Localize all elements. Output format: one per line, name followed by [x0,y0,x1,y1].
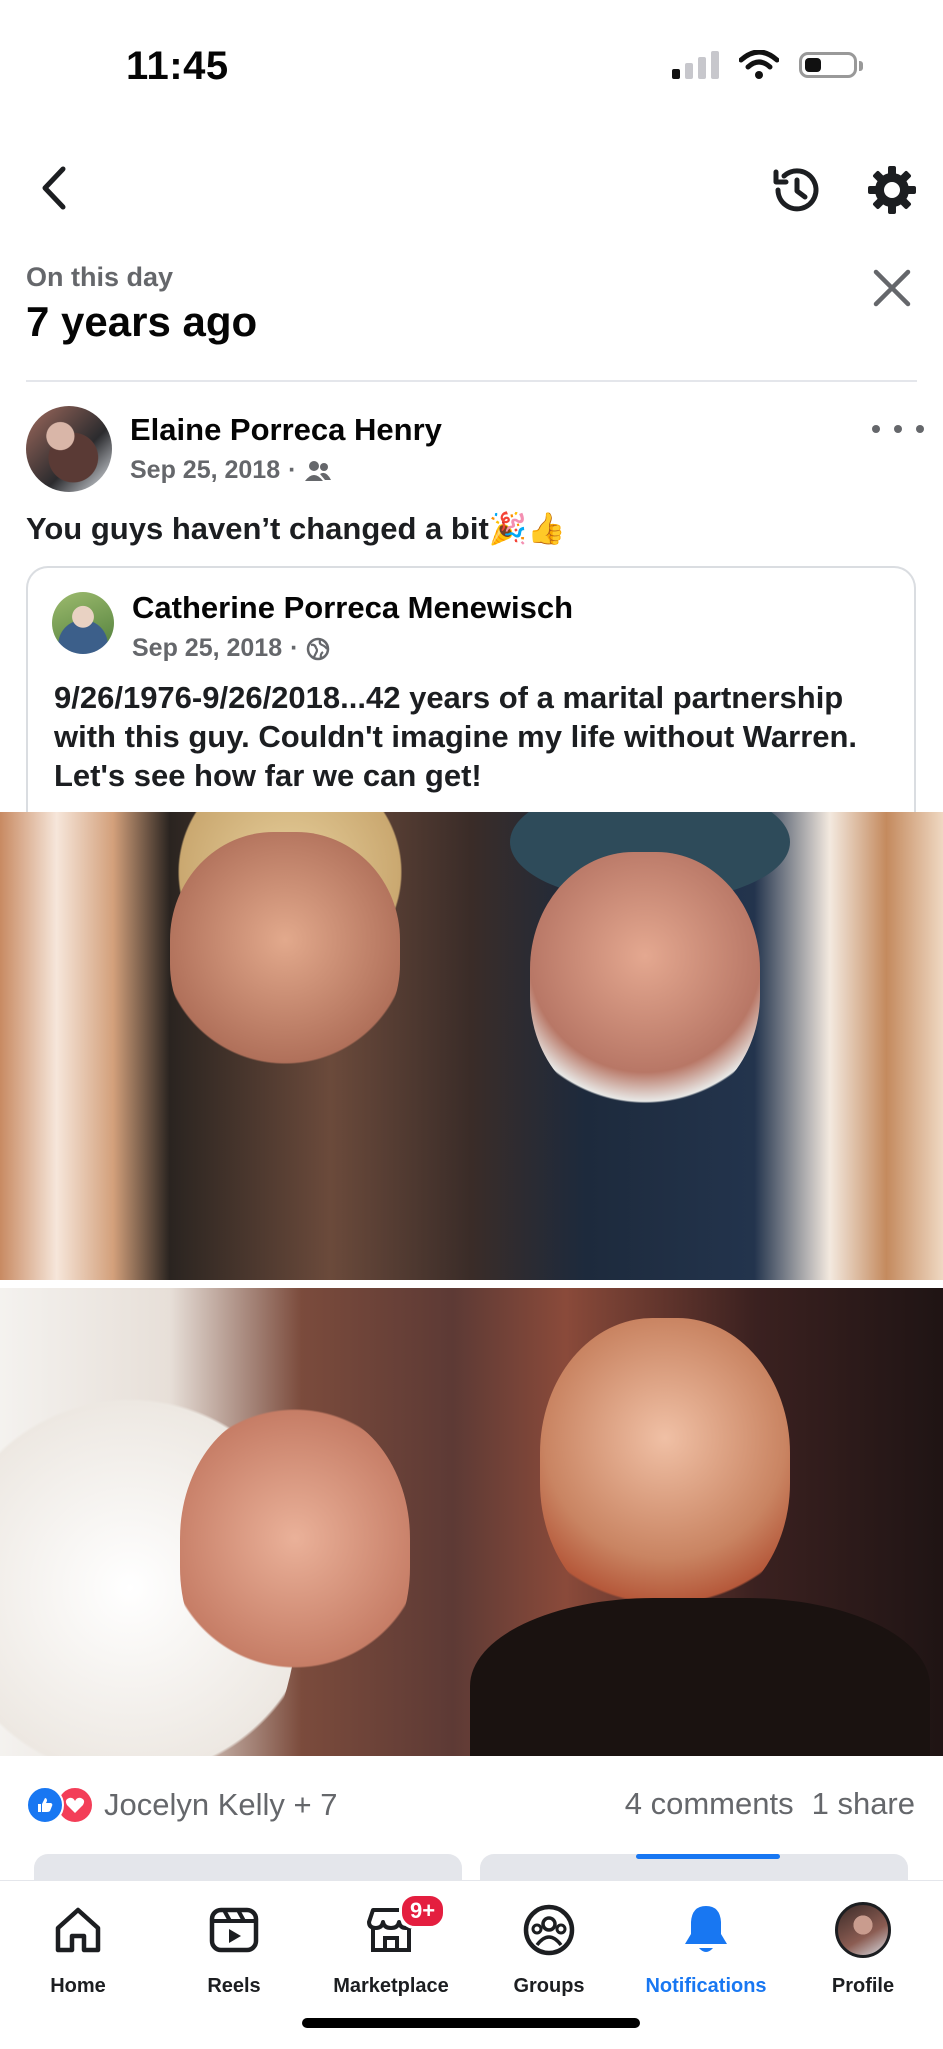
reactors-text: Jocelyn Kelly + 7 [104,1787,338,1822]
meta-separator: · [290,634,299,662]
shared-author-name[interactable]: Catherine Porreca Menewisch [132,590,573,626]
tab-label: Profile [831,1975,895,1997]
shared-post-meta: Sep 25, 2018 · [132,634,330,663]
globe-icon [307,637,330,660]
reels-icon [209,1907,259,1953]
wifi-icon [739,50,779,79]
post-date[interactable]: Sep 25, 2018 [130,456,280,485]
close-icon [873,269,911,307]
post-photo-recent-couple[interactable] [0,812,943,1280]
tab-groups[interactable]: Groups [469,1899,629,1998]
friends-icon [305,460,332,481]
status-icons [672,50,863,80]
settings-button[interactable] [860,158,924,222]
tab-label: Notifications [645,1975,767,1997]
comments-count[interactable]: 4 comments [625,1786,794,1822]
dismiss-memory-button[interactable] [866,262,918,314]
meta-separator: · [288,456,297,484]
more-dot-icon [872,425,880,433]
tab-label: Reels [207,1975,261,1997]
memory-label: On this day [26,262,174,292]
memory-title: 7 years ago [26,298,258,345]
history-icon [773,168,819,212]
tab-label: Groups [513,1975,585,1997]
post-meta: Sep 25, 2018 · [130,456,332,485]
shared-post-date[interactable]: Sep 25, 2018 [132,634,282,663]
engagement-counts: 4 comments 1 share [625,1786,915,1822]
status-time: 11:45 [126,44,229,88]
reactions-summary[interactable]: Jocelyn Kelly + 7 [26,1786,337,1824]
tab-profile[interactable]: Profile [783,1899,943,1998]
tab-reels[interactable]: Reels [154,1899,314,1998]
home-icon [55,1907,101,1953]
bell-icon [685,1906,727,1952]
tab-marketplace[interactable]: 9+ Marketplace [311,1893,471,1998]
tab-label: Home [50,1975,106,1997]
gear-icon [868,166,916,214]
shared-author-avatar[interactable] [52,592,114,654]
tab-label: Marketplace [333,1975,449,1997]
signal-icon [672,51,719,79]
shares-count[interactable]: 1 share [812,1786,915,1822]
photo-divider [0,1280,943,1288]
post-author-avatar[interactable] [26,406,112,492]
groups-icon [523,1904,575,1956]
profile-avatar [835,1902,891,1958]
tab-notifications[interactable]: Notifications [626,1899,786,1998]
post-author-name[interactable]: Elaine Porreca Henry [130,412,442,448]
more-options-button[interactable] [872,414,924,444]
divider [26,380,917,382]
more-dot-icon [916,425,924,433]
post-photo-wedding-couple[interactable] [0,1288,943,1756]
home-indicator [302,2018,640,2028]
more-dot-icon [894,425,902,433]
back-button[interactable] [28,160,80,216]
tab-home[interactable]: Home [0,1899,158,1998]
post-text: You guys haven’t changed a bit🎉👍 [26,511,566,546]
like-reaction-icon [26,1786,64,1824]
chevron-left-icon [42,166,66,210]
shared-post-text: 9/26/1976-9/26/2018...42 years of a mari… [54,680,858,793]
battery-icon [799,52,863,78]
marketplace-badge: 9+ [399,1893,447,1929]
memories-history-button[interactable] [764,158,828,222]
